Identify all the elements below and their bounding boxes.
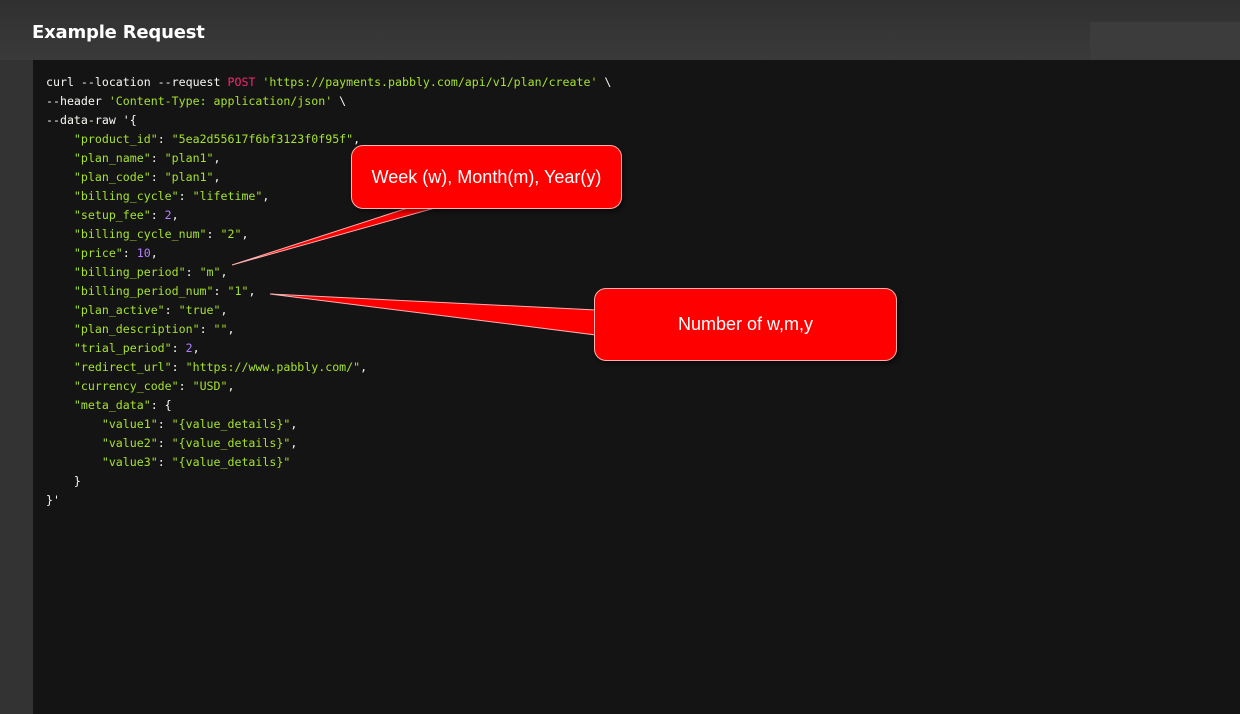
billing-period-callout: Week (w), Month(m), Year(y) — [351, 145, 622, 209]
billing-period-num-callout: Number of w,m,y — [594, 288, 897, 361]
callout-text: Number of w,m,y — [677, 314, 814, 334]
callout-pointer-1 — [231, 205, 443, 266]
callout-text: Week (w), Month(m), Year(y) — [371, 166, 602, 187]
callout-pointer-2 — [269, 293, 597, 336]
